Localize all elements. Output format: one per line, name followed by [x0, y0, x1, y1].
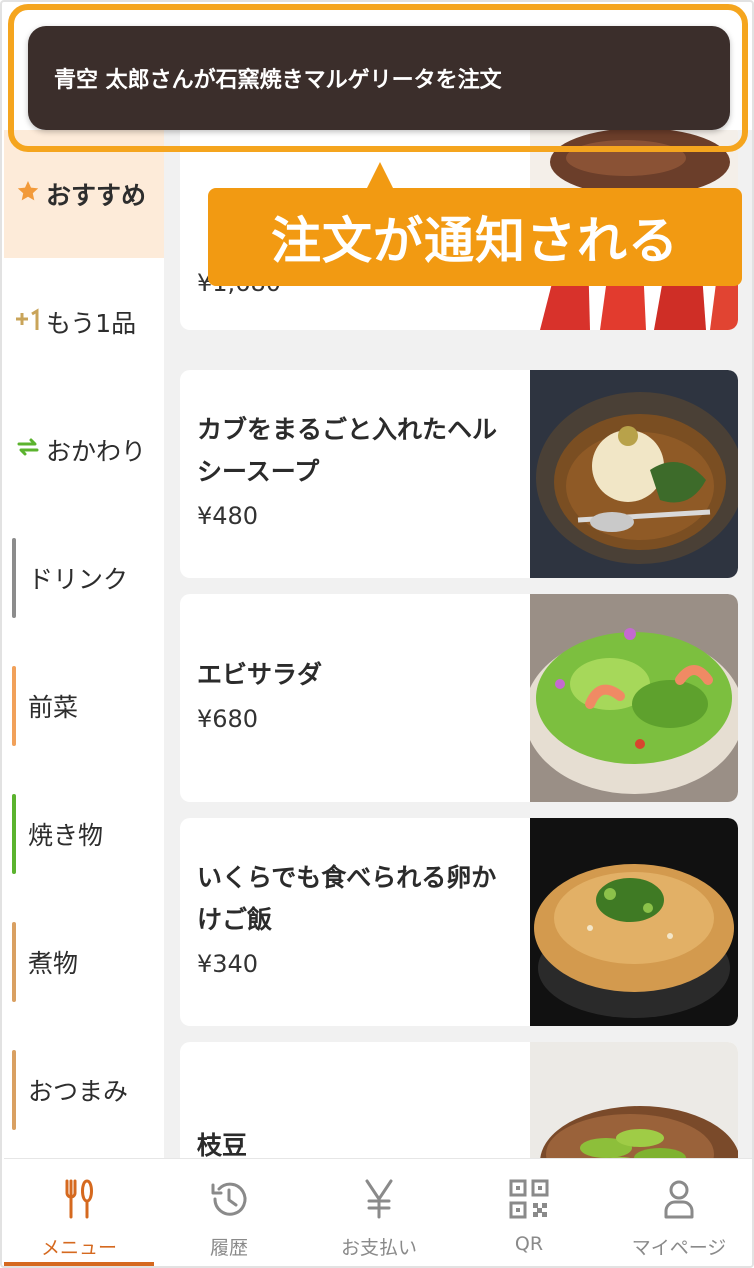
- yen-icon: [365, 1179, 393, 1219]
- sidebar-item-appetizer[interactable]: 前菜: [4, 642, 164, 770]
- sidebar-item-simmered[interactable]: 煮物: [4, 898, 164, 1026]
- category-color-bar: [12, 922, 16, 1002]
- star-icon: [10, 179, 46, 209]
- menu-item-price: ¥340: [197, 950, 259, 978]
- category-color-bar: [12, 794, 16, 874]
- menu-item-photo: [530, 818, 738, 1026]
- category-sidebar: おすすめ もう1品 おかわり ドリンク 前菜 焼き物 煮物 おつまみ: [4, 130, 164, 1158]
- tab-menu[interactable]: メニュー: [4, 1159, 154, 1266]
- notification-message: 青空 太郎さんが石窯焼きマルゲリータを注文: [54, 68, 502, 93]
- sidebar-item-label: ドリンク: [28, 565, 129, 594]
- sidebar-item-label: 煮物: [28, 949, 79, 978]
- tab-label: メニュー: [40, 1237, 117, 1259]
- menu-item-name: エビサラダ: [197, 660, 323, 689]
- category-color-bar: [12, 538, 16, 618]
- menu-card[interactable]: いくらでも食べられる卵かけご飯 ¥340: [180, 818, 738, 1026]
- refresh-icon: [10, 434, 46, 466]
- tab-label: マイページ: [631, 1237, 727, 1259]
- menu-card[interactable]: エビサラダ ¥680: [180, 594, 738, 802]
- sidebar-item-label: おかわり: [46, 437, 147, 466]
- tab-history[interactable]: 履歴: [154, 1159, 304, 1266]
- tab-payment[interactable]: お支払い: [304, 1159, 454, 1266]
- sidebar-item-label: おつまみ: [28, 1077, 129, 1106]
- menu-item-photo: [530, 594, 738, 802]
- app-frame: おすすめ もう1品 おかわり ドリンク 前菜 焼き物 煮物 おつまみ カブをまる…: [0, 0, 754, 1268]
- category-color-bar: [12, 1050, 16, 1130]
- menu-item-name: 枝豆: [197, 1131, 248, 1158]
- sidebar-item-drink[interactable]: ドリンク: [4, 514, 164, 642]
- sidebar-item-label: 焼き物: [28, 821, 104, 850]
- tab-label: 履歴: [209, 1237, 248, 1259]
- tab-label: お支払い: [340, 1237, 417, 1259]
- sidebar-item-refill[interactable]: おかわり: [4, 386, 164, 514]
- fork-knife-icon: [65, 1179, 93, 1219]
- menu-item-name: カブをまるごと入れたヘルシースープ: [197, 415, 498, 486]
- sidebar-item-one-more[interactable]: もう1品: [4, 258, 164, 386]
- plus-one-icon: [10, 306, 46, 338]
- menu-item-photo: [530, 1042, 738, 1158]
- sidebar-item-label: もう1品: [46, 309, 137, 338]
- menu-item-name: いくらでも食べられる卵かけご飯: [197, 863, 497, 934]
- sidebar-item-label: おすすめ: [46, 181, 147, 210]
- menu-card[interactable]: カブをまるごと入れたヘルシースープ ¥480: [180, 370, 738, 578]
- callout-arrow: [366, 162, 394, 190]
- sidebar-item-grilled[interactable]: 焼き物: [4, 770, 164, 898]
- menu-item-price: ¥680: [197, 705, 259, 733]
- annotation-callout: 注文が通知される: [208, 188, 742, 286]
- history-icon: [211, 1182, 247, 1216]
- menu-card[interactable]: 枝豆: [180, 1042, 738, 1158]
- menu-item-photo: [530, 370, 738, 578]
- qr-code-icon: [509, 1179, 549, 1219]
- menu-item-price: ¥480: [197, 502, 259, 530]
- tab-label: QR: [514, 1233, 544, 1255]
- order-notification-toast[interactable]: 青空 太郎さんが石窯焼きマルゲリータを注文: [28, 26, 730, 130]
- sidebar-item-snacks[interactable]: おつまみ: [4, 1026, 164, 1154]
- category-color-bar: [12, 666, 16, 746]
- tab-mypage[interactable]: マイページ: [604, 1159, 752, 1266]
- tab-qr[interactable]: QR: [454, 1159, 604, 1266]
- sidebar-item-label: 前菜: [28, 693, 79, 722]
- user-icon: [664, 1180, 694, 1219]
- bottom-tab-bar: メニュー 履歴 お支払い QR マイページ: [4, 1158, 752, 1266]
- callout-text: 注文が通知される: [271, 212, 679, 270]
